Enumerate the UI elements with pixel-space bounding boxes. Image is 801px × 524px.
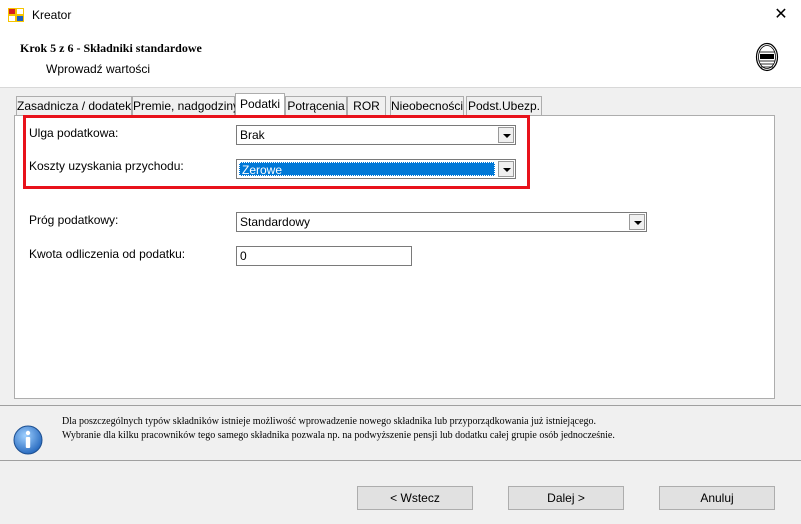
tab-podst-ubezp[interactable]: Podst.Ubezp. [466, 96, 542, 115]
prog-select[interactable]: Standardowy [236, 212, 647, 232]
tab-ror[interactable]: ROR [347, 96, 386, 115]
title-bar [0, 0, 801, 31]
info-text-line-1: Dla poszczególnych typów składników istn… [62, 416, 597, 427]
brand-logo-icon [755, 42, 779, 72]
next-button[interactable]: Dalej > [508, 486, 624, 510]
tab-podatki[interactable]: Podatki [235, 93, 285, 116]
highlight-frame [23, 115, 530, 189]
divider [0, 460, 801, 461]
tab-potracenia[interactable]: Potrącenia [285, 96, 347, 115]
cancel-button[interactable]: Anuluj [659, 486, 775, 510]
step-subtitle: Wprowadź wartości [46, 62, 151, 76]
info-icon [13, 425, 43, 455]
back-button[interactable]: < Wstecz [357, 486, 473, 510]
kwota-input[interactable]: 0 [236, 246, 412, 266]
tab-zasadnicza[interactable]: Zasadnicza / dodatek [16, 96, 132, 115]
tab-nieobecnosci[interactable]: Nieobecności [390, 96, 464, 115]
tab-premie[interactable]: Premie, nadgodziny [132, 96, 239, 115]
close-button[interactable]: ✕ [766, 3, 796, 27]
kwota-label: Kwota odliczenia od podatku: [29, 247, 186, 261]
info-text-line-2: Wybranie dla kilku pracowników tego same… [62, 430, 615, 441]
chevron-down-icon[interactable] [629, 214, 645, 230]
divider [0, 405, 801, 406]
wizard-header: Krok 5 z 6 - Składniki standardowe Wprow… [0, 31, 801, 88]
prog-value: Standardowy [240, 215, 311, 229]
prog-label: Próg podatkowy: [29, 213, 119, 227]
window-title: Kreator [32, 8, 72, 22]
step-title: Krok 5 z 6 - Składniki standardowe [20, 41, 202, 55]
app-icon [8, 8, 24, 22]
